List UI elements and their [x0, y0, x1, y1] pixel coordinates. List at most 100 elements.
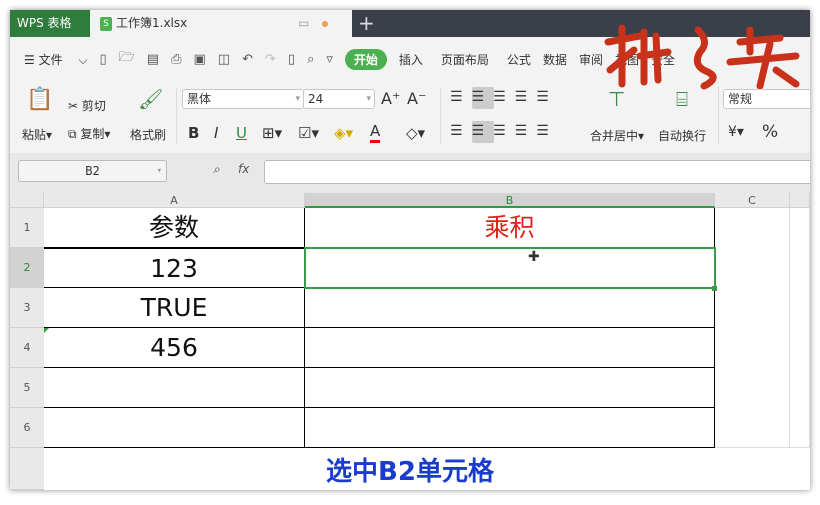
paste-icon[interactable]: 📋 — [26, 87, 53, 112]
wrap-text-button[interactable]: 自动换行 — [658, 127, 706, 144]
selection-border — [304, 247, 716, 289]
tab-data[interactable]: 数据 — [543, 51, 567, 68]
unsaved-dot-icon — [322, 21, 328, 27]
italic-icon[interactable]: I — [214, 124, 218, 142]
document-tab-label: 工作簿1.xlsx — [116, 16, 188, 30]
cell-a2[interactable]: 123 — [44, 248, 305, 288]
ribbon-toolbar: 📋 粘贴▾ ✂ 剪切 ⧉ 复制▾ 🖌 格式刷 黑体 ▾ 24 ▾ A⁺ A⁻ B I… — [10, 81, 810, 153]
cell-a4[interactable]: 456 — [44, 328, 305, 368]
vertical-align-icons[interactable]: ☰☰☰☰☰ — [450, 89, 558, 105]
format-painter-button[interactable]: 格式刷 — [130, 126, 166, 143]
format-painter-icon[interactable]: 🖌 — [138, 87, 163, 111]
spreadsheet-grid: A B C 1 2 3 4 5 6 参数 乘积 123 TRUE 456 ✚ — [10, 193, 810, 490]
row-header-1[interactable]: 1 — [10, 208, 44, 248]
font-color-icon[interactable]: A — [370, 122, 381, 143]
pdf-icon[interactable]: ▯ — [288, 52, 295, 67]
formula-bar: B2 ▾ ⌕ fx — [10, 153, 810, 193]
preview-icon[interactable]: ◫ — [218, 52, 230, 67]
cell-b6[interactable] — [305, 408, 715, 448]
cell-b3[interactable] — [305, 288, 715, 328]
search-icon[interactable]: ⌕ — [307, 52, 314, 67]
cursor-icon: ✚ — [528, 249, 540, 265]
horizontal-align-icons[interactable]: ☰☰☰☰☰ — [450, 123, 558, 139]
cell-a6[interactable] — [44, 408, 305, 448]
copy-label: 复制 — [80, 127, 105, 141]
fill-color-icon[interactable]: ◈▾ — [334, 124, 353, 142]
zoom-formula-icon[interactable]: ⌕ — [213, 162, 220, 177]
font-value: 黑体 — [187, 92, 212, 106]
app-window: WPS 表格 S 工作簿1.xlsx ▭ + ☰ 文件 ⌵ ▯ 🗁 ▤ ⎙ ▣ ◫… — [10, 10, 810, 490]
cut-label: 剪切 — [81, 99, 106, 113]
paste-button[interactable]: 粘贴▾ — [22, 126, 52, 143]
tab-start[interactable]: 开始 — [344, 48, 387, 70]
font-size-select[interactable]: 24 ▾ — [303, 89, 375, 109]
paste-label: 粘贴 — [22, 128, 47, 142]
more-icon[interactable]: ▿ — [326, 52, 333, 67]
row-header-5[interactable]: 5 — [10, 368, 44, 408]
formula-input[interactable] — [264, 160, 810, 184]
fx-button[interactable]: fx — [238, 162, 249, 176]
column-d-cells[interactable] — [790, 208, 810, 448]
fill-handle[interactable] — [712, 286, 717, 291]
undo-icon[interactable]: ↶ — [242, 52, 253, 67]
caption-overlay: 选中B2单元格 — [326, 457, 494, 487]
clear-icon[interactable]: ◇▾ — [406, 124, 425, 142]
increase-font-icon[interactable]: A⁺ — [381, 89, 400, 108]
underline-icon[interactable]: U — [236, 124, 247, 142]
select-all-corner[interactable] — [10, 193, 44, 208]
tab-insert[interactable]: 插入 — [399, 51, 423, 68]
font-select[interactable]: 黑体 ▾ — [182, 89, 304, 109]
divider — [718, 87, 719, 145]
border-icon[interactable]: ⊞▾ — [262, 124, 282, 142]
column-header-c[interactable]: C — [715, 193, 790, 208]
spreadsheet-file-icon: S — [100, 16, 112, 31]
cell-style-icon[interactable]: ☑▾ — [298, 124, 319, 142]
copy-icon: ⧉ — [68, 127, 77, 141]
column-header-b[interactable]: B — [305, 193, 715, 208]
name-box[interactable]: B2 ▾ — [18, 160, 167, 182]
wps-home-tab[interactable]: WPS 表格 — [10, 10, 90, 37]
cell-b1[interactable]: 乘积 — [305, 208, 715, 248]
merge-center-button[interactable]: 合并居中▾ — [590, 127, 644, 144]
monitor-icon[interactable]: ▭ — [298, 10, 309, 37]
percent-button[interactable]: % — [762, 122, 778, 142]
merge-icon[interactable]: ⊤ — [608, 87, 625, 111]
row-header-2[interactable]: 2 — [10, 248, 44, 288]
print-icon[interactable]: ⎙ — [171, 52, 181, 67]
cell-a3[interactable]: TRUE — [44, 288, 305, 328]
column-header-d[interactable] — [790, 193, 810, 208]
row-header-4[interactable]: 4 — [10, 328, 44, 368]
copy-button[interactable]: ⧉ 复制▾ — [68, 125, 110, 142]
merge-label: 合并居中 — [590, 129, 639, 143]
cell-reference: B2 — [85, 164, 100, 178]
file-menu-label: 文件 — [38, 52, 63, 67]
tab-page-layout[interactable]: 页面布局 — [441, 51, 489, 68]
currency-icon[interactable]: ¥▾ — [728, 124, 744, 140]
scissors-icon: ✂ — [68, 99, 79, 113]
column-header-a[interactable]: A — [44, 193, 305, 208]
cell-b5[interactable] — [305, 368, 715, 408]
new-icon[interactable]: ▯ — [100, 52, 107, 67]
open-icon[interactable]: 🗁 — [119, 48, 135, 70]
column-c-cells[interactable] — [715, 208, 790, 448]
cell-b4[interactable] — [305, 328, 715, 368]
decrease-font-icon[interactable]: A⁻ — [407, 89, 426, 108]
cut-button[interactable]: ✂ 剪切 — [68, 97, 106, 114]
redo-icon[interactable]: ↷ — [265, 52, 276, 67]
cell-a1[interactable]: 参数 — [44, 208, 305, 248]
divider — [440, 87, 441, 145]
wrap-icon[interactable]: ⌸ — [676, 87, 688, 111]
file-menu[interactable]: ☰ 文件 ⌵ — [24, 51, 88, 68]
new-tab-button[interactable]: + — [358, 10, 375, 36]
number-format-select[interactable]: 常规 — [723, 89, 810, 109]
print-preview-icon[interactable]: ▣ — [194, 52, 206, 67]
font-size-value: 24 — [308, 92, 324, 106]
save-icon[interactable]: ▤ — [147, 52, 159, 67]
error-indicator-icon — [44, 328, 49, 333]
tab-formulas[interactable]: 公式 — [507, 51, 531, 68]
row-header-3[interactable]: 3 — [10, 288, 44, 328]
row-header-6[interactable]: 6 — [10, 408, 44, 448]
cell-a5[interactable] — [44, 368, 305, 408]
document-tab[interactable]: S 工作簿1.xlsx ▭ — [90, 10, 352, 37]
bold-icon[interactable]: B — [188, 124, 199, 142]
